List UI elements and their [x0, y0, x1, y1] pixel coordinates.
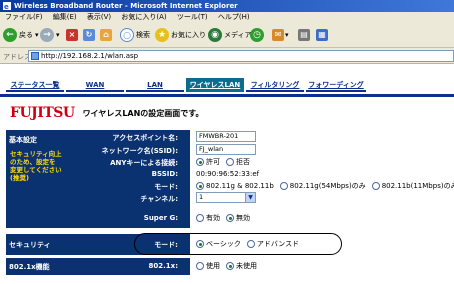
superg-off-radio[interactable] [226, 214, 234, 222]
bssid-label: BSSID: [151, 170, 178, 178]
auth-use-radio[interactable] [196, 262, 204, 270]
ssid-label: ネットワーク名(SSID): [101, 147, 178, 155]
channel-select[interactable]: 1 ▼ [196, 192, 256, 203]
favorites-button[interactable]: ★ お気に入り [155, 27, 206, 43]
mode-g-radio[interactable] [279, 182, 288, 190]
back-button[interactable]: ← 戻る ▾ [3, 27, 39, 43]
basic-section-title: 基本設定 [9, 136, 37, 144]
address-bar: アドレス(D) http://192.168.2.1/wlan.asp [0, 48, 454, 64]
menu-tools[interactable]: ツール(T) [177, 13, 208, 21]
basic-settings-section: 基本設定 セキュリティ向上 のため、設定を 変更してください (推奨) アクセス… [6, 130, 454, 208]
channel-label: チャンネル: [140, 195, 178, 203]
history-icon: ◷ [250, 28, 264, 42]
page-icon [31, 52, 39, 60]
security-mode-label: モード: [154, 241, 178, 249]
ssid-input[interactable]: FJ_wlan [196, 144, 256, 155]
security-section-title: セキュリティ [9, 241, 51, 249]
history-button[interactable]: ◷ [250, 27, 264, 43]
star-icon: ★ [155, 28, 169, 42]
toolbar: ← 戻る ▾ → ▾ × ↻ ⌂ ○ 検索 ★ お気に入り ◉ メディア ◷ ✉ ▾ … [0, 23, 454, 48]
any-deny-radio[interactable] [226, 158, 234, 166]
security-basic-radio[interactable] [196, 240, 204, 248]
tab-forwarding[interactable]: フォワーディング [306, 78, 366, 92]
any-allow-radio[interactable] [196, 158, 204, 166]
forward-arrow-icon: → [40, 28, 54, 42]
fujitsu-logo: FUJITSU [10, 105, 75, 121]
search-icon: ○ [120, 28, 134, 42]
menu-bar: ファイル(F) 編集(E) 表示(V) お気に入り(A) ツール(T) ヘルプ(… [0, 12, 454, 23]
stop-button[interactable]: × [66, 27, 78, 43]
menu-view[interactable]: 表示(V) [87, 13, 111, 21]
media-icon: ◉ [208, 28, 222, 42]
stop-icon: × [66, 29, 78, 41]
window-titlebar: e Wireless Broadband Router - Microsoft … [0, 0, 454, 12]
mode-gb-radio[interactable] [196, 182, 204, 190]
bssid-value: 00:90:96:52:33:ef [196, 170, 260, 178]
nav-stripe [0, 94, 454, 97]
ie-icon: e [3, 2, 11, 10]
tab-filtering[interactable]: フィルタリング [246, 78, 304, 92]
printer-icon: ▤ [298, 29, 310, 41]
home-button[interactable]: ⌂ [100, 27, 112, 43]
any-key-label: ANYキーによる接続: [110, 159, 178, 167]
media-button[interactable]: ◉ メディア [208, 27, 252, 43]
ap-name-label: アクセスポイント名: [112, 134, 178, 142]
menu-edit[interactable]: 編集(E) [53, 13, 77, 21]
superg-on-radio[interactable] [196, 214, 204, 222]
search-button[interactable]: ○ 検索 [120, 27, 150, 43]
page-title: ワイヤレスLANの設定画面です。 [82, 108, 204, 118]
print-button[interactable]: ▤ [298, 27, 310, 43]
forward-button[interactable]: → ▾ [40, 27, 60, 43]
auth-label: 802.1x: [148, 262, 178, 270]
tab-lan[interactable]: LAN [126, 78, 184, 92]
tab-status[interactable]: ステータス一覧 [6, 78, 64, 92]
mail-icon: ✉ [272, 29, 284, 41]
superg-row: Super G: 有効 無効 [6, 208, 454, 228]
auth-nouse-radio[interactable] [226, 262, 234, 270]
tab-wireless-lan[interactable]: ワイヤレスLAN [186, 78, 244, 92]
menu-help[interactable]: ヘルプ(H) [218, 13, 250, 21]
auth-section-title: 802.1x機能 [9, 263, 50, 271]
refresh-button[interactable]: ↻ [83, 27, 95, 43]
mode-label: モード: [154, 183, 178, 191]
svg-text:e: e [4, 3, 9, 10]
menu-file[interactable]: ファイル(F) [5, 13, 43, 21]
mode-b-radio[interactable] [371, 182, 380, 190]
menu-favorites[interactable]: お気に入り(A) [121, 13, 166, 21]
mail-button[interactable]: ✉ ▾ [272, 27, 289, 43]
window-title: Wireless Broadband Router - Microsoft In… [14, 2, 238, 10]
router-nav: ステータス一覧 WAN LAN ワイヤレスLAN フィルタリング フォワーディン… [0, 76, 454, 94]
ap-name-input[interactable]: FMWBR-201 [196, 131, 256, 142]
back-arrow-icon: ← [3, 28, 17, 42]
security-warning: セキュリティ向上 のため、設定を 変更してください (推奨) [10, 150, 62, 182]
auth-section: 802.1x機能 802.1x: 使用 未使用 [6, 258, 454, 275]
brand-header: FUJITSU ワイヤレスLANの設定画面です。 [10, 104, 204, 122]
home-icon: ⌂ [100, 29, 112, 41]
chevron-down-icon: ▼ [245, 193, 255, 202]
edit-button[interactable]: ▦ [316, 27, 328, 43]
edit-icon: ▦ [316, 29, 328, 41]
address-input[interactable]: http://192.168.2.1/wlan.asp [28, 50, 454, 62]
superg-label: Super G: [143, 214, 178, 222]
tab-wan[interactable]: WAN [66, 78, 124, 92]
refresh-icon: ↻ [83, 29, 95, 41]
security-advanced-radio[interactable] [246, 240, 255, 248]
